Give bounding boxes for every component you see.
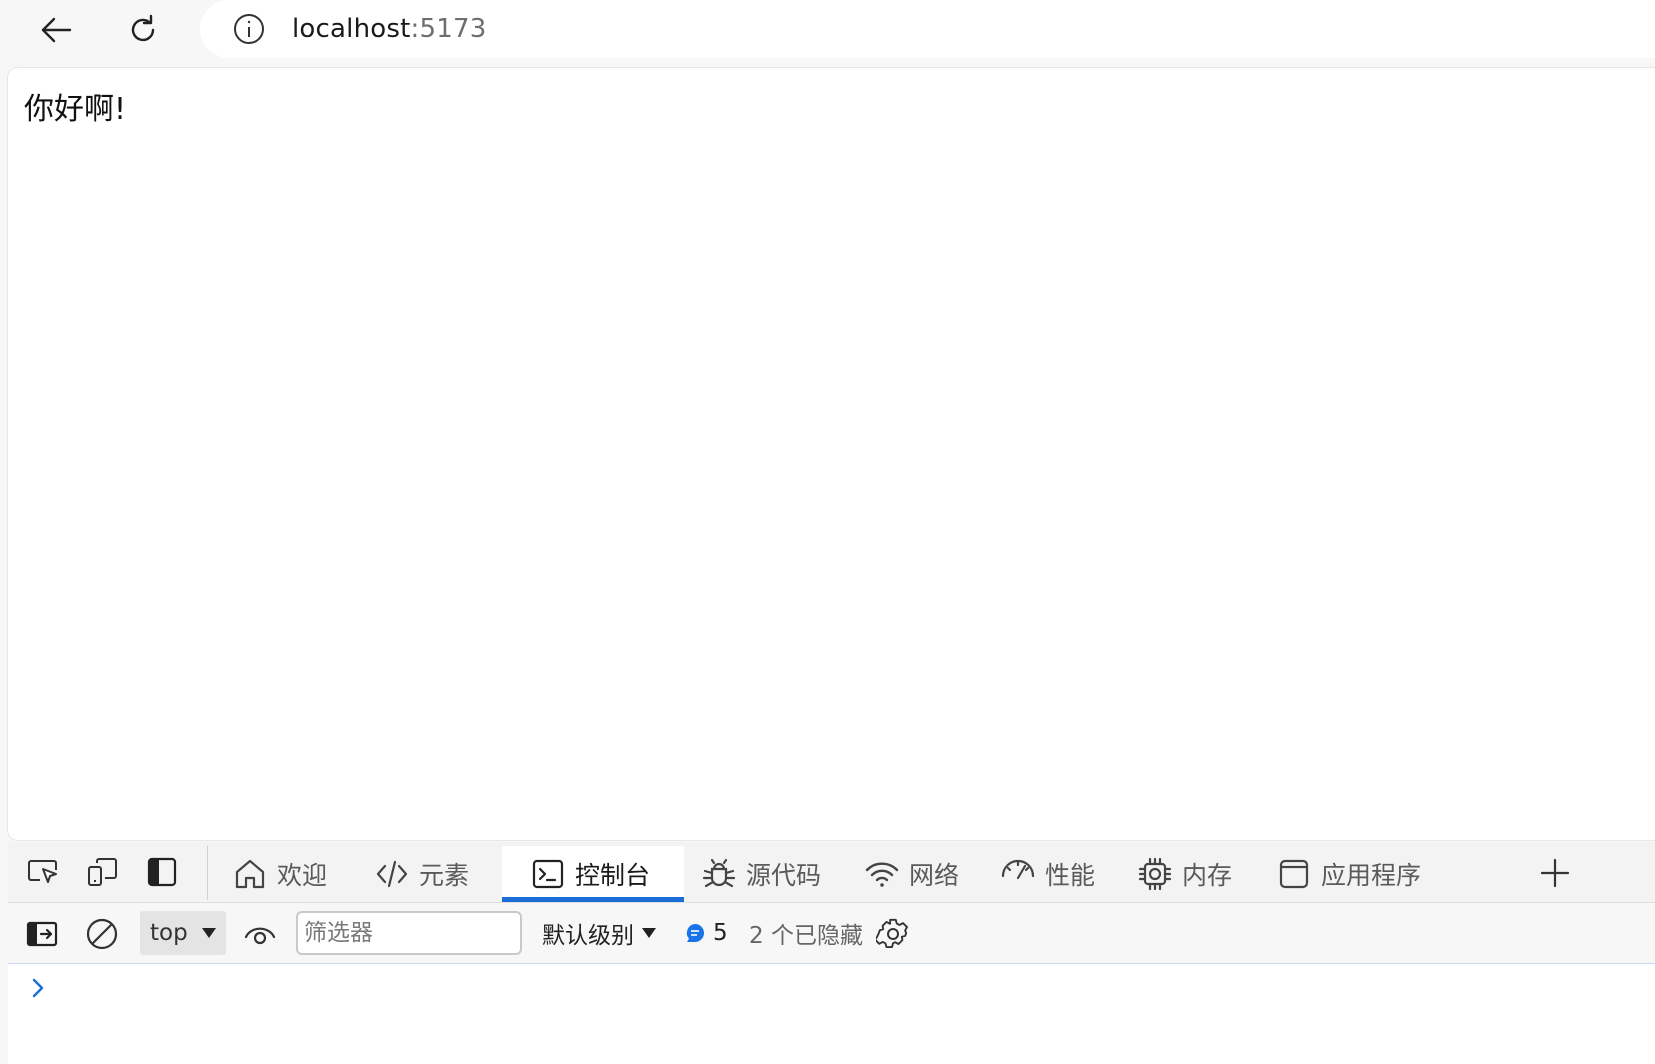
- plus-icon: [1540, 858, 1570, 888]
- arrow-left-icon: [41, 17, 72, 43]
- filter-input[interactable]: [296, 911, 522, 955]
- browser-window: localhost:5173 你好啊! 欢迎 元素 控制台 源代码 网络 性能 …: [0, 0, 1655, 1064]
- tab-network[interactable]: 网络: [864, 846, 959, 902]
- caret-down-icon: [201, 928, 216, 938]
- gear-icon: [876, 918, 908, 949]
- inspect-element-button[interactable]: [23, 854, 63, 890]
- log-levels-dropdown[interactable]: 默认级别: [542, 911, 656, 955]
- add-tab-button[interactable]: [1538, 856, 1572, 890]
- context-selector[interactable]: top: [140, 911, 226, 955]
- eye-icon: [244, 927, 276, 945]
- tab-console-label: 控制台: [575, 860, 651, 890]
- url-text[interactable]: localhost:5173: [292, 14, 486, 44]
- console-icon: [532, 859, 564, 888]
- tab-performance-label: 性能: [1045, 861, 1096, 890]
- url-host: localhost: [292, 14, 411, 44]
- dock-side-button[interactable]: [142, 854, 182, 890]
- device-icon: [88, 858, 117, 886]
- live-expression-button[interactable]: [241, 915, 279, 953]
- tab-memory[interactable]: 内存: [1137, 846, 1232, 902]
- caret-down-icon: [642, 928, 656, 938]
- console-toolbar: top 默认级别 5: [8, 903, 1655, 964]
- message-bubble-icon: [686, 924, 704, 942]
- console-settings-button[interactable]: [874, 915, 912, 953]
- tab-welcome-label: 欢迎: [277, 861, 328, 890]
- tab-memory-label: 内存: [1182, 861, 1233, 890]
- tab-elements[interactable]: 元素: [374, 846, 469, 902]
- device-emulation-button[interactable]: [82, 854, 122, 890]
- reload-icon: [131, 14, 155, 42]
- message-count-value: 5: [713, 920, 728, 946]
- toolbar-divider: [207, 846, 208, 900]
- devtools-tab-bar: 欢迎 元素 控制台 源代码 网络 性能 内存 应用程序: [8, 842, 1655, 903]
- tab-application-label: 应用程序: [1321, 861, 1422, 890]
- app-window-icon: [1279, 859, 1309, 889]
- clear-console-button[interactable]: [83, 915, 121, 953]
- tab-sources-label: 源代码: [746, 861, 822, 890]
- info-icon[interactable]: [232, 12, 266, 46]
- address-bar[interactable]: localhost:5173: [200, 0, 1655, 58]
- home-icon: [235, 859, 265, 889]
- show-console-sidebar-button[interactable]: [23, 915, 61, 953]
- tab-performance[interactable]: 性能: [1000, 846, 1095, 902]
- gauge-icon: [1001, 859, 1035, 880]
- console-prompt[interactable]: [26, 976, 50, 1000]
- inspect-icon: [28, 860, 57, 883]
- block-icon: [86, 918, 118, 950]
- tab-console[interactable]: 控制台: [502, 846, 684, 902]
- message-count-badge[interactable]: 5: [685, 911, 728, 955]
- log-levels-label: 默认级别: [542, 923, 634, 949]
- browser-toolbar: localhost:5173: [0, 0, 1655, 64]
- page-greeting: 你好啊!: [24, 92, 127, 127]
- tab-application[interactable]: 应用程序: [1276, 846, 1421, 902]
- context-selector-value: top: [150, 920, 188, 946]
- bug-icon: [702, 858, 736, 888]
- tab-welcome[interactable]: 欢迎: [232, 846, 327, 902]
- sidebar-toggle-icon: [26, 921, 58, 947]
- tab-sources[interactable]: 源代码: [701, 846, 821, 902]
- hidden-messages-label: 2 个已隐藏: [749, 923, 863, 949]
- tab-network-label: 网络: [909, 861, 960, 890]
- devtools-panel: 欢迎 元素 控制台 源代码 网络 性能 内存 应用程序 top 筛选器 默认级别…: [8, 842, 1655, 1064]
- page-viewport: 你好啊!: [8, 68, 1655, 840]
- reload-button[interactable]: [121, 8, 165, 52]
- back-button[interactable]: [34, 8, 78, 52]
- url-port: :5173: [410, 14, 487, 44]
- tab-elements-label: 元素: [419, 861, 470, 890]
- wifi-icon: [865, 862, 899, 887]
- chip-icon: [1138, 857, 1172, 891]
- code-icon: [376, 860, 408, 888]
- chevron-right-icon: [32, 978, 44, 998]
- hidden-messages-count: 2 个已隐藏: [749, 911, 863, 955]
- sidebar-icon: [147, 857, 177, 887]
